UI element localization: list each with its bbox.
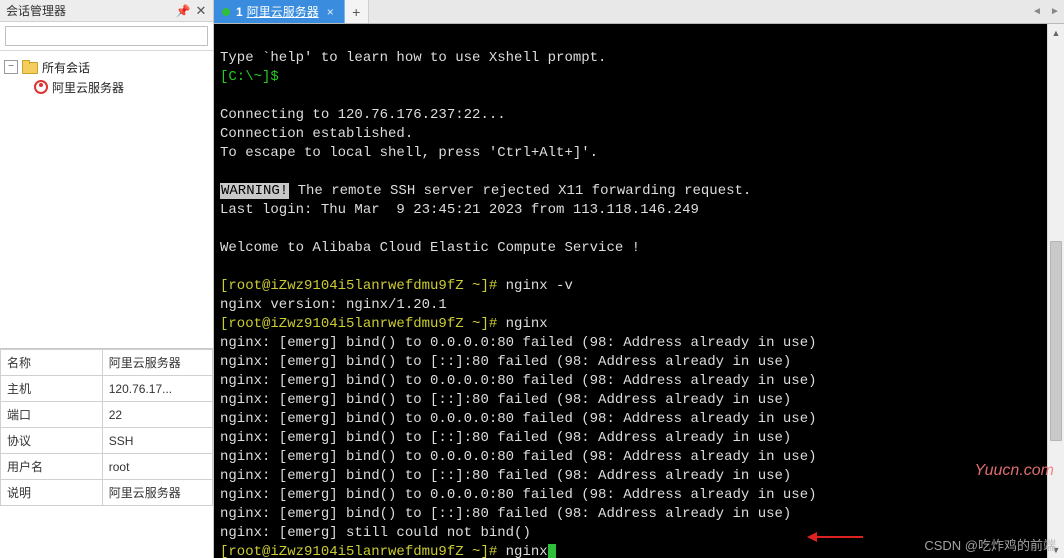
term-line: To escape to local shell, press 'Ctrl+Al… [220, 145, 598, 161]
tree-session-item[interactable]: 阿里云服务器 [4, 77, 209, 97]
search-row [0, 22, 213, 51]
pin-icon[interactable]: 📌 [175, 3, 191, 19]
main-area: 1 阿里云服务器 × + ◄ ► Type `help' to learn ho… [214, 0, 1064, 558]
term-line: Type `help' to learn how to use Xshell p… [220, 50, 606, 66]
term-line: Connecting to 120.76.176.237:22... [220, 107, 506, 123]
term-prompt: [root@iZwz9104i5lanrwefdmu9fZ ~]# [220, 316, 497, 332]
term-line: nginx: [emerg] bind() to [::]:80 failed … [220, 430, 791, 446]
tree-session-label: 阿里云服务器 [52, 79, 124, 96]
tab-scroll-right-icon[interactable]: ► [1046, 0, 1064, 23]
table-row: 协议SSH [1, 428, 213, 454]
term-line: The remote SSH server rejected X11 forwa… [289, 183, 751, 199]
prop-val: 120.76.17... [102, 376, 212, 402]
term-line: nginx: [emerg] bind() to 0.0.0.0:80 fail… [220, 411, 817, 427]
session-manager-panel: 会话管理器 📌 ✕ − 所有会话 阿里云服务器 名称阿里云服务器 主机120.7… [0, 0, 214, 558]
panel-title: 会话管理器 [6, 2, 175, 19]
term-warning: WARNING! [220, 183, 289, 199]
term-cmd: nginx [497, 316, 547, 332]
term-prompt: [root@iZwz9104i5lanrwefdmu9fZ ~]# [220, 278, 497, 294]
prop-val: root [102, 454, 212, 480]
new-tab-button[interactable]: + [345, 0, 369, 23]
table-row: 说明阿里云服务器 [1, 480, 213, 506]
tab-scroll-left-icon[interactable]: ◄ [1028, 0, 1046, 23]
prop-key: 名称 [1, 350, 103, 376]
tree-root-label: 所有会话 [42, 59, 90, 76]
term-prompt: [root@iZwz9104i5lanrwefdmu9fZ ~]# [220, 544, 497, 558]
term-line: nginx: [emerg] bind() to 0.0.0.0:80 fail… [220, 449, 817, 465]
term-cmd: nginx -v [497, 278, 573, 294]
term-line: nginx: [emerg] bind() to [::]:80 failed … [220, 468, 791, 484]
collapse-icon[interactable]: − [4, 60, 18, 74]
term-line: nginx: [emerg] bind() to [::]:80 failed … [220, 506, 791, 522]
scroll-thumb[interactable] [1050, 241, 1062, 441]
term-line: Last login: Thu Mar 9 23:45:21 2023 from… [220, 202, 699, 218]
prop-key: 用户名 [1, 454, 103, 480]
prop-key: 端口 [1, 402, 103, 428]
term-line: Welcome to Alibaba Cloud Elastic Compute… [220, 240, 640, 256]
panel-header: 会话管理器 📌 ✕ [0, 0, 213, 22]
term-line: nginx: [emerg] bind() to 0.0.0.0:80 fail… [220, 487, 817, 503]
prop-key: 协议 [1, 428, 103, 454]
term-line: nginx: [emerg] bind() to [::]:80 failed … [220, 354, 791, 370]
arrow-annotation-icon [807, 532, 863, 542]
scroll-up-icon[interactable]: ▲ [1048, 24, 1064, 41]
tab-active[interactable]: 1 阿里云服务器 × [214, 0, 345, 23]
vertical-scrollbar[interactable]: ▲ ▼ [1047, 24, 1064, 558]
scroll-track[interactable] [1048, 41, 1064, 541]
prop-val: 阿里云服务器 [102, 350, 212, 376]
session-icon [34, 80, 48, 94]
close-icon[interactable]: ✕ [193, 3, 209, 19]
term-cmd: nginx [497, 544, 547, 558]
tab-close-icon[interactable]: × [327, 5, 334, 19]
table-row: 端口22 [1, 402, 213, 428]
term-prompt: [C:\~]$ [220, 69, 279, 85]
term-line: nginx: [emerg] bind() to 0.0.0.0:80 fail… [220, 335, 817, 351]
tree-root-item[interactable]: − 所有会话 [4, 57, 209, 77]
cursor-icon [548, 544, 556, 558]
term-line: nginx: [emerg] bind() to [::]:80 failed … [220, 392, 791, 408]
prop-key: 说明 [1, 480, 103, 506]
table-row: 主机120.76.17... [1, 376, 213, 402]
folder-icon [22, 60, 38, 74]
term-line: nginx: [emerg] still could not bind() [220, 525, 531, 541]
tab-index: 1 [236, 5, 243, 19]
terminal[interactable]: Type `help' to learn how to use Xshell p… [214, 24, 1064, 558]
term-line: Connection established. [220, 126, 413, 142]
prop-val: SSH [102, 428, 212, 454]
scroll-down-icon[interactable]: ▼ [1048, 541, 1064, 558]
prop-val: 22 [102, 402, 212, 428]
tabbar-spacer [369, 0, 1028, 23]
status-dot-icon [222, 8, 230, 16]
tab-bar: 1 阿里云服务器 × + ◄ ► [214, 0, 1064, 24]
tab-title: 阿里云服务器 [247, 3, 319, 20]
table-row: 用户名root [1, 454, 213, 480]
properties-grid: 名称阿里云服务器 主机120.76.17... 端口22 协议SSH 用户名ro… [0, 349, 213, 558]
session-tree[interactable]: − 所有会话 阿里云服务器 [0, 51, 213, 349]
prop-val: 阿里云服务器 [102, 480, 212, 506]
table-row: 名称阿里云服务器 [1, 350, 213, 376]
search-input[interactable] [5, 26, 208, 46]
term-line: nginx: [emerg] bind() to 0.0.0.0:80 fail… [220, 373, 817, 389]
prop-key: 主机 [1, 376, 103, 402]
term-line: nginx version: nginx/1.20.1 [220, 297, 447, 313]
